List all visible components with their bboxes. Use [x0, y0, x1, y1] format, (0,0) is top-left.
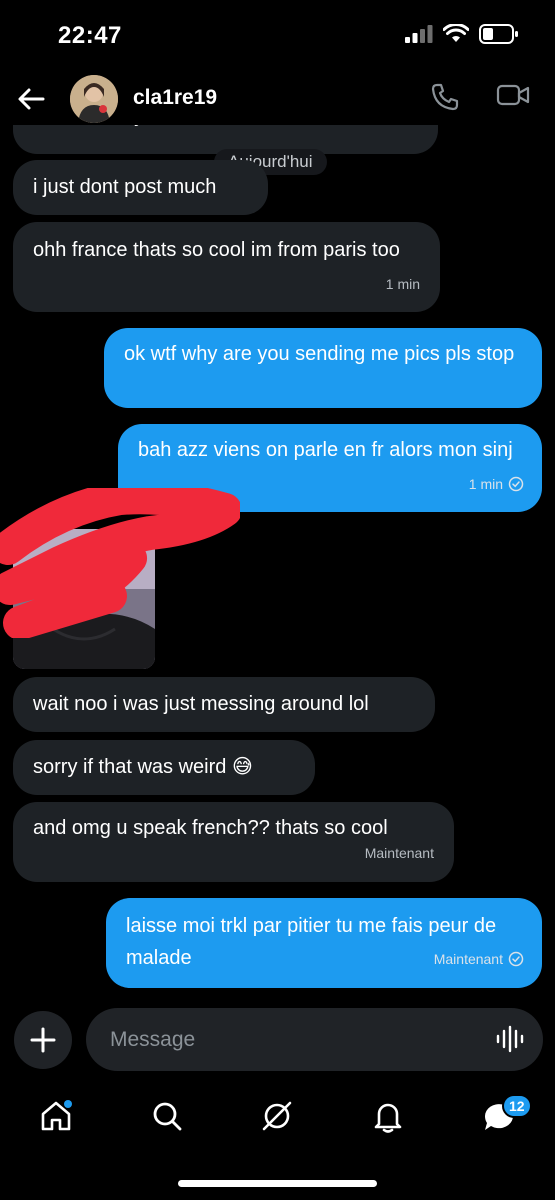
- video-call-button[interactable]: [496, 82, 532, 116]
- message-text: ohh france thats so cool im from paris t…: [33, 239, 400, 261]
- message-incoming[interactable]: i just dont post much: [13, 160, 268, 215]
- voice-message-button[interactable]: [495, 1024, 525, 1054]
- phone-icon: [431, 83, 459, 111]
- message-timestamp: Maintenant: [434, 943, 524, 975]
- search-icon: [153, 1102, 182, 1131]
- read-check-icon: [508, 951, 524, 967]
- wifi-icon: [443, 24, 469, 42]
- message-outgoing[interactable]: laisse moi trkl par pitier tu me fais pe…: [106, 898, 542, 988]
- message-text: bah azz viens on parle en fr alors mon s…: [138, 439, 513, 461]
- message-text: i just dont post much: [33, 176, 217, 198]
- message-incoming[interactable]: ohh france thats so cool im from paris t…: [13, 222, 440, 312]
- status-icons: [405, 24, 519, 44]
- nav-grok[interactable]: [259, 1098, 295, 1134]
- message-input[interactable]: [108, 1023, 472, 1057]
- contact-username[interactable]: cla1re19: [133, 86, 217, 110]
- add-media-button[interactable]: [14, 1011, 72, 1069]
- grok-icon: [262, 1101, 292, 1131]
- message-text: sorry if that was weird 😅: [33, 756, 253, 778]
- read-check-icon: [508, 476, 524, 492]
- nav-search[interactable]: [149, 1098, 185, 1134]
- redaction-scribble: [0, 488, 240, 638]
- message-incoming[interactable]: wait noo i was just messing around lol: [13, 677, 435, 732]
- messages-badge: 12: [502, 1094, 532, 1118]
- back-arrow-icon: [18, 88, 45, 110]
- message-timestamp: 1 min: [385, 276, 420, 292]
- status-time: 22:47: [58, 22, 122, 49]
- message-timestamp: 1 min: [469, 468, 524, 500]
- call-button[interactable]: [430, 82, 464, 116]
- avatar[interactable]: [70, 75, 118, 123]
- notifications-icon: [374, 1103, 402, 1133]
- message-text: and omg u speak french?? thats so cool: [33, 817, 388, 839]
- message-outgoing[interactable]: ok wtf why are you sending me pics pls s…: [104, 328, 542, 408]
- nav-notifications[interactable]: [370, 1098, 406, 1134]
- video-camera-icon: [496, 84, 530, 106]
- message-timestamp: Maintenant: [364, 845, 434, 861]
- message-text: ok wtf why are you sending me pics pls s…: [124, 343, 515, 365]
- nav-home[interactable]: [38, 1098, 74, 1134]
- back-button[interactable]: [14, 82, 48, 116]
- avatar-image: [70, 75, 118, 123]
- signal-icon: [405, 25, 433, 43]
- home-indicator: [178, 1180, 377, 1187]
- message-incoming[interactable]: and omg u speak french?? thats so cool M…: [13, 802, 454, 882]
- battery-icon: [479, 24, 518, 44]
- plus-icon: [30, 1027, 56, 1053]
- voice-waveform-icon: [496, 1025, 524, 1053]
- message-composer: [86, 1008, 543, 1071]
- message-text: wait noo i was just messing around lol: [33, 693, 369, 715]
- home-icon: [41, 1100, 72, 1131]
- message-incoming[interactable]: sorry if that was weird 😅: [13, 740, 315, 795]
